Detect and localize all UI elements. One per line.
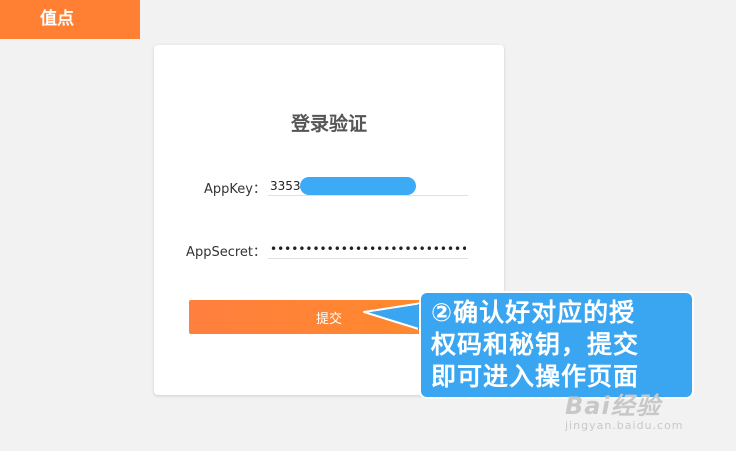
baidu-jingyan-watermark: Bai经验 jingyan.baidu.com: [565, 386, 684, 432]
appsecret-input[interactable]: [268, 239, 468, 259]
brand-tab[interactable]: 值点: [0, 0, 140, 39]
appkey-label: AppKey：: [204, 182, 266, 197]
watermark-url: jingyan.baidu.com: [565, 419, 684, 432]
annotation-callout: ②确认好对应的授 权码和秘钥，提交 即可进入操作页面: [419, 291, 694, 399]
redaction-mark: [300, 177, 416, 195]
appsecret-label: AppSecret：: [186, 245, 266, 260]
login-title: 登录验证: [290, 113, 367, 135]
callout-line: ②确认好对应的授: [431, 298, 636, 327]
callout-line: 权码和秘钥，提交: [431, 330, 640, 359]
watermark-logo: Bai经验: [565, 392, 661, 420]
brand-label: 值点: [40, 9, 74, 29]
